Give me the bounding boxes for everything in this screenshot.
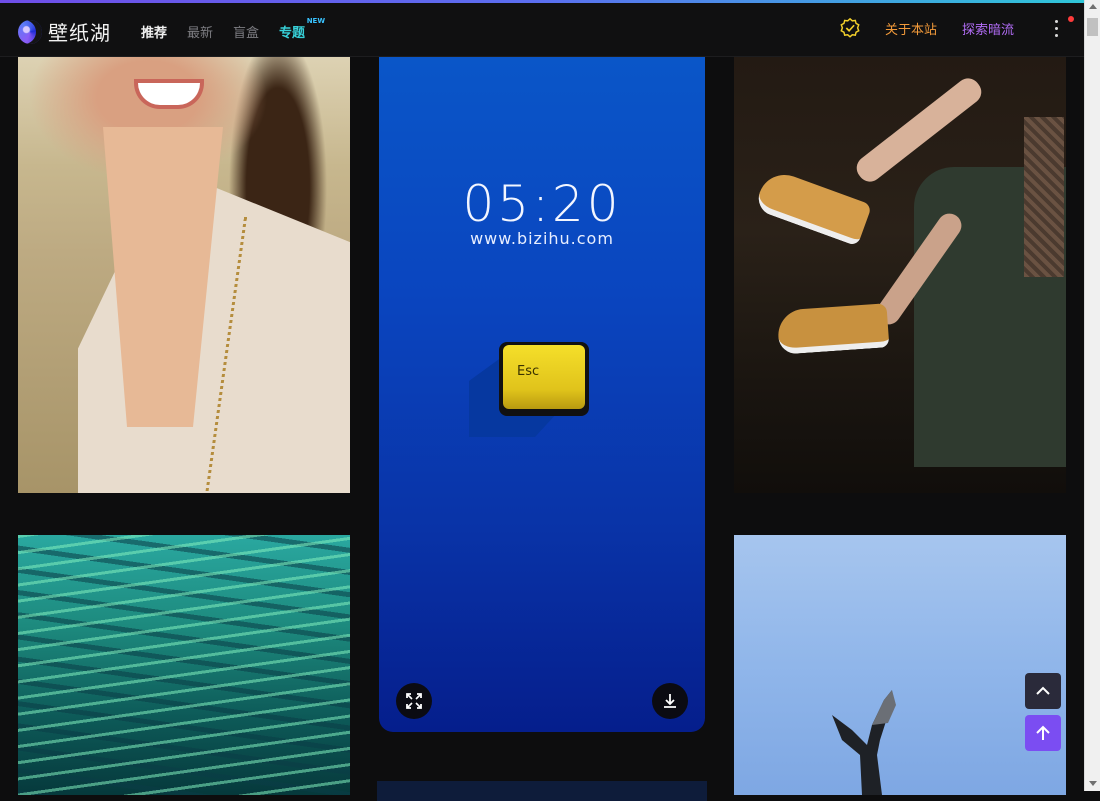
nav-item-recommended[interactable]: 推荐 [141,22,167,41]
logo-mark-icon [18,19,42,44]
nav-item-latest[interactable]: 最新 [187,22,213,41]
wallpaper-site-url: www.bizihu.com [470,229,614,248]
site-header: 壁纸湖 推荐 最新 盲盒 专题 NEW 关于本站 探索暗流 [0,3,1084,57]
chevron-up-icon [1036,686,1050,695]
about-link[interactable]: 关于本站 [885,19,937,38]
more-vertical-icon[interactable] [1050,17,1064,39]
logo-text: 壁纸湖 [48,21,111,45]
wallpaper-clock: 05:20 [462,175,622,233]
notification-dot [1068,16,1074,22]
main-nav: 推荐 最新 盲盒 专题 NEW [141,17,325,41]
download-icon [664,694,676,708]
wallpaper-card-sneakers[interactable] [734,57,1066,493]
new-badge: NEW [306,17,326,25]
wallpaper-card-water[interactable] [18,535,350,795]
wallpaper-card-portrait[interactable] [18,57,350,493]
keycap-label: Esc [517,364,540,379]
dark-explore-link[interactable]: 探索暗流 [962,19,1014,38]
expand-icon [406,693,422,709]
arrow-up-icon [1036,725,1050,740]
verified-badge-icon[interactable] [839,17,861,39]
nav-item-blind-box[interactable]: 盲盒 [233,22,259,41]
scroll-up-button[interactable] [1025,673,1061,709]
wallpaper-card-esc-key[interactable]: 05:20 www.bizihu.com Esc [379,57,705,732]
wallpaper-card-partial[interactable] [377,781,707,801]
scroll-thumb[interactable] [1087,18,1098,36]
esc-keycap: Esc [499,342,589,416]
header-tools: 关于本站 探索暗流 [839,17,1064,39]
scroll-up-arrow-icon[interactable] [1089,4,1097,9]
download-button[interactable] [652,683,688,719]
site-logo[interactable]: 壁纸湖 [18,17,111,46]
nav-item-topics[interactable]: 专题 NEW [279,17,325,41]
back-to-top-button[interactable] [1025,715,1061,751]
scroll-down-arrow-icon[interactable] [1089,781,1097,786]
nav-item-topics-label: 专题 [279,26,306,41]
expand-button[interactable] [396,683,432,719]
page-scrollbar[interactable] [1084,0,1100,791]
bird-silhouette [832,690,896,795]
wallpaper-card-bird[interactable] [734,535,1066,795]
